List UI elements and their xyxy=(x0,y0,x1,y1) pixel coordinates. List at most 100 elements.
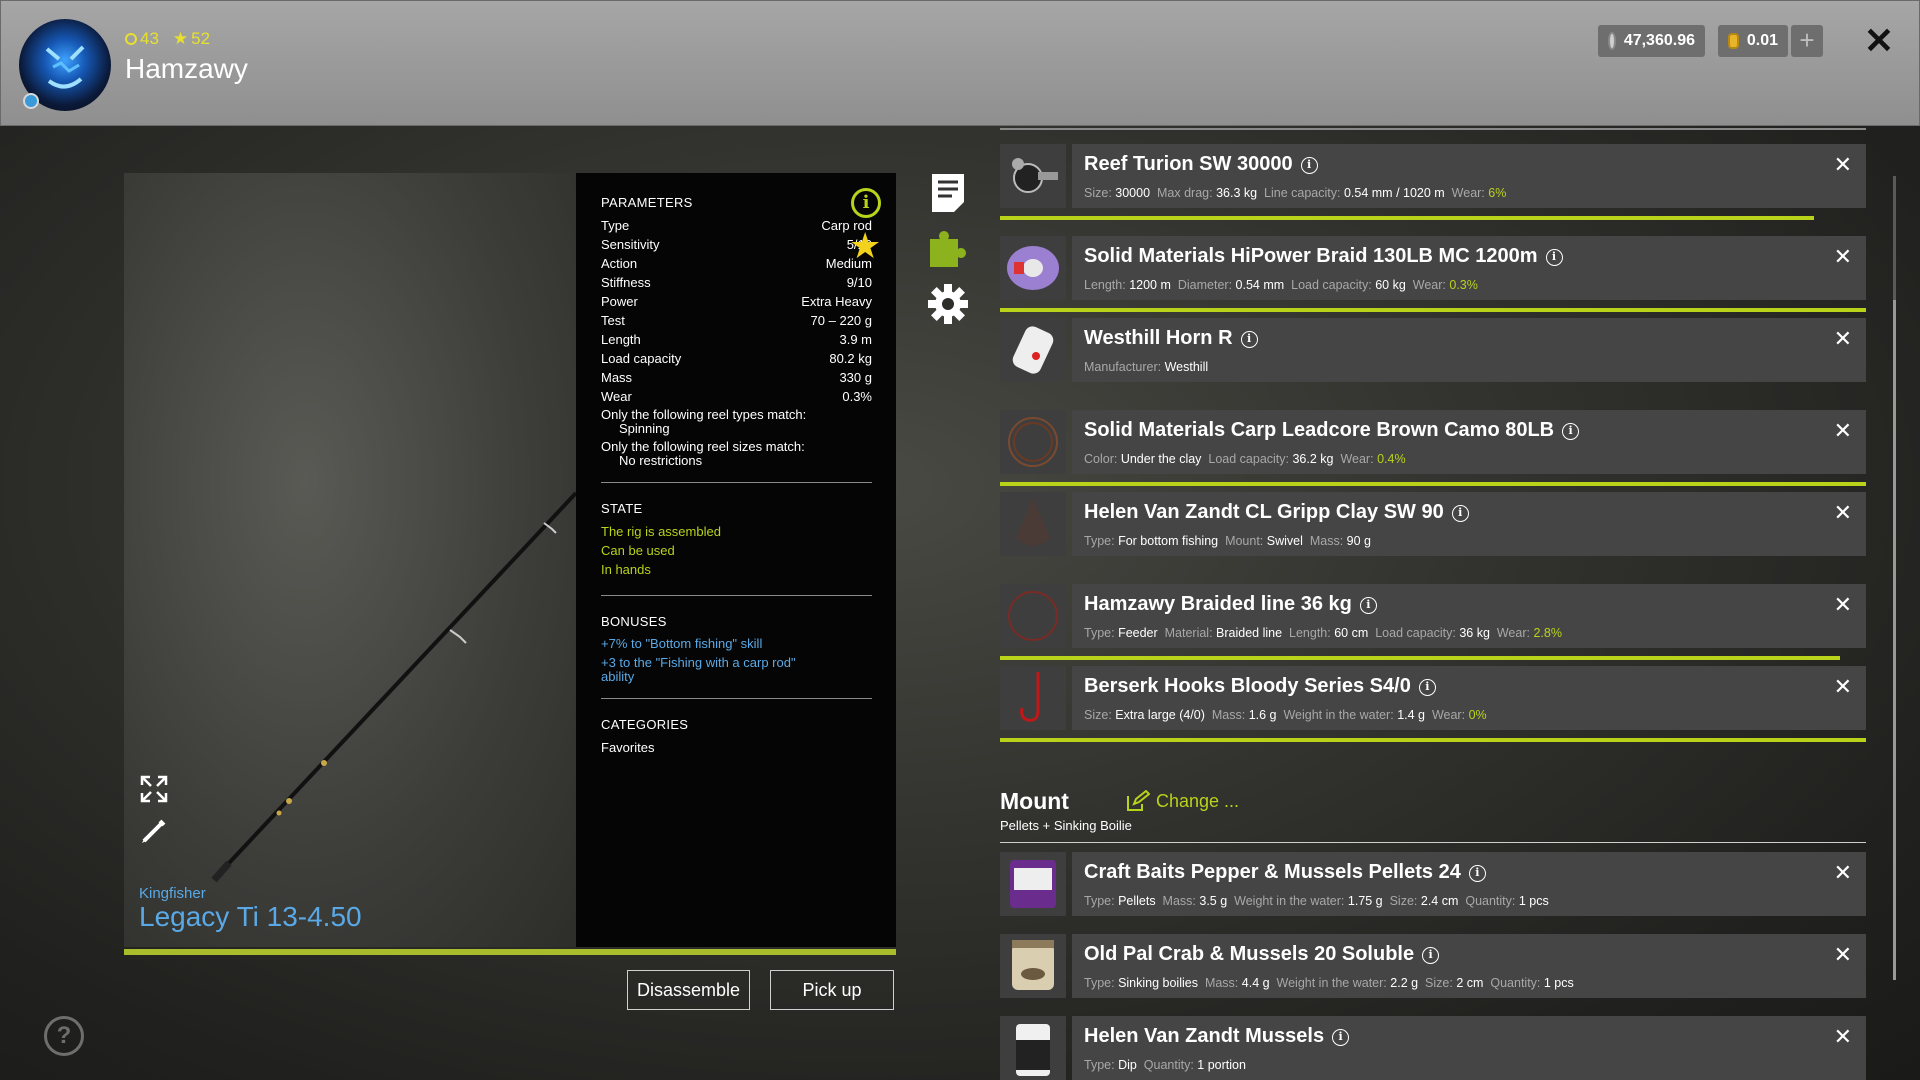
disassemble-button[interactable]: Disassemble xyxy=(627,970,750,1010)
tackle-item[interactable]: Helen Van Zandt Mussels i Type: Dip Quanti… xyxy=(1000,1016,1866,1080)
mount-title: Mount xyxy=(1000,788,1069,814)
gear-icon[interactable] xyxy=(926,282,970,326)
tackle-item[interactable]: Solid Materials HiPower Braid 130LB MC 1… xyxy=(1000,236,1866,300)
remove-item-close-icon[interactable]: ✕ xyxy=(1834,592,1852,618)
remove-item-close-icon[interactable]: ✕ xyxy=(1834,500,1852,526)
item-description: Type: For bottom fishing Mount: Swivel M… xyxy=(1084,534,1378,548)
tackle-item[interactable]: Old Pal Crab & Mussels 20 Soluble i Type: … xyxy=(1000,934,1866,998)
item-card[interactable]: Old Pal Crab & Mussels 20 Soluble i Type: … xyxy=(1072,934,1866,998)
item-card[interactable]: Solid Materials Carp Leadcore Brown Camo… xyxy=(1072,410,1866,474)
edit-icon[interactable] xyxy=(138,815,170,847)
item-card[interactable]: Westhill Horn R i Manufacturer: Westhill ✕ xyxy=(1072,318,1866,382)
tackle-item[interactable]: Helen Van Zandt CL Gripp Clay SW 90 i Type… xyxy=(1000,492,1866,556)
item-thumbnail[interactable] xyxy=(1000,410,1066,474)
item-thumbnail[interactable] xyxy=(1000,1016,1066,1080)
pickup-button[interactable]: Pick up xyxy=(770,970,894,1010)
item-name-text: Hamzawy Braided line 36 kg xyxy=(1084,593,1352,615)
mount-change-button[interactable]: Change ... xyxy=(1126,790,1239,812)
info-icon[interactable]: i xyxy=(1422,947,1440,964)
tackle-item[interactable]: Craft Baits Pepper & Mussels Pellets 24 i… xyxy=(1000,852,1866,916)
item-attr-value: 36.2 kg xyxy=(1292,452,1334,466)
item-thumbnail[interactable] xyxy=(1000,934,1066,998)
info-icon[interactable]: i xyxy=(851,188,881,218)
item-card[interactable]: Berserk Hooks Bloody Series S4/0 i Size: E… xyxy=(1072,666,1866,730)
item-card[interactable]: Helen Van Zandt Mussels i Type: Dip Quanti… xyxy=(1072,1016,1866,1080)
silver-balance[interactable]: 47,360.96 xyxy=(1598,25,1705,57)
remove-item-close-icon[interactable]: ✕ xyxy=(1834,326,1852,352)
item-name: Old Pal Crab & Mussels 20 Soluble i xyxy=(1084,943,1440,966)
item-thumbnail[interactable] xyxy=(1000,584,1066,648)
state-item: Can be used xyxy=(601,543,675,558)
parameters-list: Type Carp rod Sensitivity 5/10 Action Medium S… xyxy=(601,218,872,408)
item-name-text: Berserk Hooks Bloody Series S4/0 xyxy=(1084,675,1411,697)
item-attr-value: 1.6 g xyxy=(1248,708,1277,722)
help-icon[interactable]: ? xyxy=(44,1016,84,1056)
document-icon[interactable] xyxy=(926,170,970,214)
item-card[interactable]: Craft Baits Pepper & Mussels Pellets 24 i… xyxy=(1072,852,1866,916)
parameter-label: Mass xyxy=(601,370,633,385)
item-description: Color: Under the clay Load capacity: 36.… xyxy=(1084,452,1413,466)
mount-divider xyxy=(1000,842,1866,843)
item-card[interactable]: Helen Van Zandt CL Gripp Clay SW 90 i Type… xyxy=(1072,492,1866,556)
expand-icon[interactable] xyxy=(138,773,170,805)
parameter-label: Test xyxy=(601,313,625,328)
remove-item-close-icon[interactable]: ✕ xyxy=(1834,244,1852,270)
item-attr-value: Dip xyxy=(1118,1058,1137,1072)
info-icon[interactable]: i xyxy=(1562,423,1580,440)
tackle-item[interactable]: Berserk Hooks Bloody Series S4/0 i Size: E… xyxy=(1000,666,1866,730)
gold-balance[interactable]: 0.01 xyxy=(1718,25,1788,57)
close-icon[interactable]: ✕ xyxy=(1861,23,1897,59)
tackle-list[interactable]: Mount Change ... Pellets + Sinking Boili… xyxy=(1000,126,1866,1080)
item-card[interactable]: Hamzawy Braided line 36 kg i Type: Feeder … xyxy=(1072,584,1866,648)
remove-item-close-icon[interactable]: ✕ xyxy=(1834,674,1852,700)
remove-item-close-icon[interactable]: ✕ xyxy=(1834,860,1852,886)
item-description: Size: Extra large (4/0) Mass: 1.6 g Weig… xyxy=(1084,708,1494,722)
reel-types-label: Only the following reel types match: xyxy=(601,407,807,422)
remove-item-close-icon[interactable]: ✕ xyxy=(1834,418,1852,444)
item-attr-value: 0% xyxy=(1468,708,1487,722)
add-currency-button[interactable]: + xyxy=(1791,25,1823,57)
parameter-value: Extra Heavy xyxy=(801,294,872,309)
info-icon[interactable]: i xyxy=(1332,1029,1350,1046)
item-thumbnail[interactable] xyxy=(1000,318,1066,382)
tackle-item[interactable]: Reef Turion SW 30000 i Size: 30000 Max dra… xyxy=(1000,144,1866,208)
tackle-item[interactable]: Solid Materials Carp Leadcore Brown Camo… xyxy=(1000,410,1866,474)
info-icon[interactable]: i xyxy=(1545,249,1563,266)
player-name: Hamzawy xyxy=(125,53,248,84)
rod-preview[interactable]: Kingfisher Legacy Ti 13-4.50 xyxy=(124,173,576,947)
item-thumbnail[interactable] xyxy=(1000,144,1066,208)
item-attr-label: Load capacity: xyxy=(1291,278,1372,292)
rank-value: 52 xyxy=(191,29,211,48)
item-thumbnail[interactable] xyxy=(1000,666,1066,730)
item-thumbnail[interactable] xyxy=(1000,492,1066,556)
info-icon[interactable]: i xyxy=(1359,597,1377,614)
reel-types-value: Spinning xyxy=(619,421,670,436)
item-attr-label: Size: xyxy=(1084,708,1112,722)
divider xyxy=(601,595,872,596)
item-attr-value: Under the clay xyxy=(1120,452,1202,466)
remove-item-close-icon[interactable]: ✕ xyxy=(1834,942,1852,968)
remove-item-close-icon[interactable]: ✕ xyxy=(1834,1024,1852,1050)
info-icon[interactable]: i xyxy=(1468,865,1486,882)
info-icon[interactable]: i xyxy=(1451,505,1469,522)
item-thumbnail[interactable] xyxy=(1000,852,1066,916)
item-description: Type: Feeder Material: Braided line Leng… xyxy=(1084,626,1569,640)
star-icon[interactable]: ★ xyxy=(849,225,881,267)
item-thumbnail[interactable] xyxy=(1000,236,1066,300)
item-card[interactable]: Reef Turion SW 30000 i Size: 30000 Max dra… xyxy=(1072,144,1866,208)
item-attr-label: Type: xyxy=(1084,626,1115,640)
info-icon[interactable]: i xyxy=(1300,157,1318,174)
rod-name: Legacy Ti 13-4.50 xyxy=(139,901,362,932)
tackle-item[interactable]: Westhill Horn R i Manufacturer: Westhill ✕ xyxy=(1000,318,1866,382)
puzzle-icon[interactable] xyxy=(926,225,970,269)
gold-coin-icon xyxy=(1728,33,1739,49)
wear-bar xyxy=(1000,482,1866,486)
info-icon[interactable]: i xyxy=(1240,331,1258,348)
info-icon[interactable]: i xyxy=(1418,679,1436,696)
scrollbar-thumb[interactable] xyxy=(1893,300,1896,980)
reel-sizes-value: No restrictions xyxy=(619,453,703,468)
remove-item-close-icon[interactable]: ✕ xyxy=(1834,152,1852,178)
item-name: Berserk Hooks Bloody Series S4/0 i xyxy=(1084,675,1436,698)
item-card[interactable]: Solid Materials HiPower Braid 130LB MC 1… xyxy=(1072,236,1866,300)
tackle-item[interactable]: Hamzawy Braided line 36 kg i Type: Feeder … xyxy=(1000,584,1866,648)
